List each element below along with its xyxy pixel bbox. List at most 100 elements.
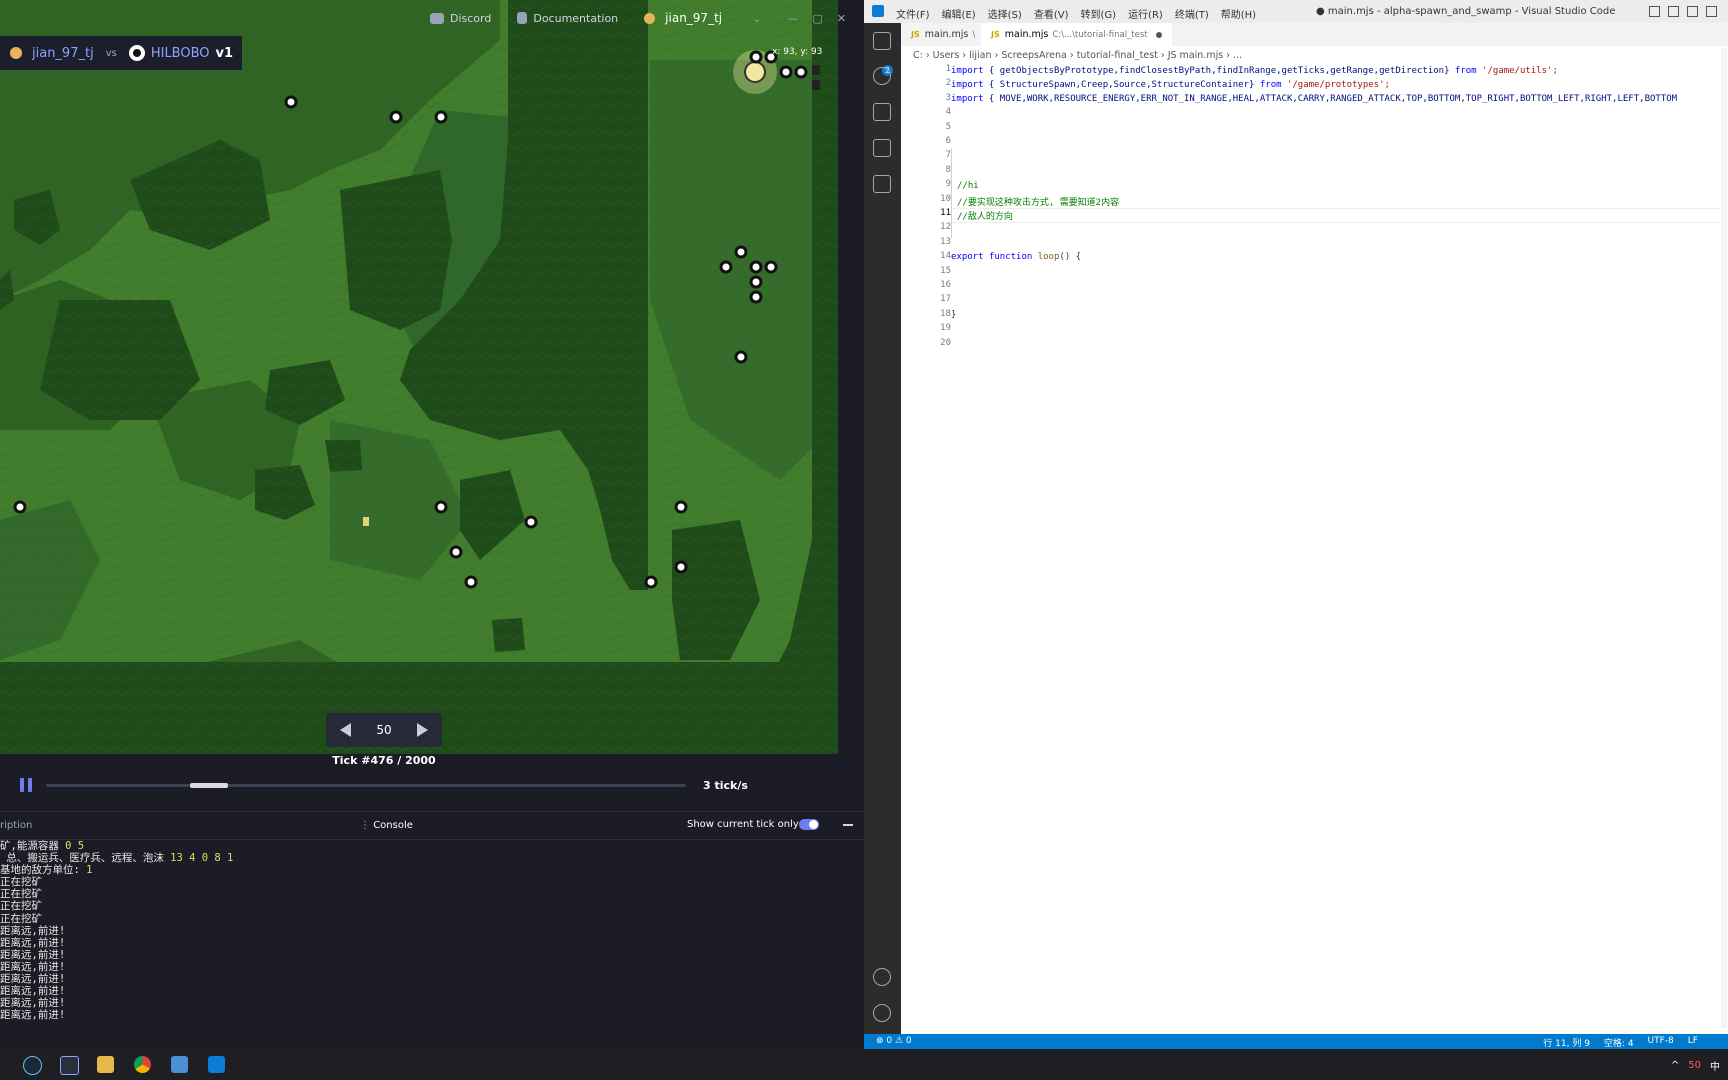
- pause-button[interactable]: [20, 778, 32, 792]
- code-line-9[interactable]: //hi: [957, 181, 979, 191]
- code-line-11[interactable]: //敌人的方向: [957, 209, 1013, 222]
- tab-console[interactable]: ⋮ Console: [360, 820, 413, 831]
- restore-icon[interactable]: ▢: [812, 12, 822, 25]
- search-icon[interactable]: [873, 67, 891, 85]
- explorer-icon[interactable]: [873, 32, 891, 50]
- js-file-icon: JS: [911, 30, 920, 39]
- tray-item-1[interactable]: 50: [1688, 1060, 1701, 1071]
- menu-item-1[interactable]: 编辑(E): [942, 6, 976, 21]
- menu-item-4[interactable]: 转到(G): [1081, 6, 1117, 21]
- vscode-window: 文件(F) 编辑(E) 选择(S) 查看(V) 转到(G) 运行(R) 终端(T) 帮助(H)…: [864, 0, 1728, 1049]
- line-number: 7: [945, 150, 951, 161]
- layout-secondary-icon[interactable]: [1687, 6, 1698, 17]
- layout-sidebar-icon[interactable]: [1649, 6, 1660, 17]
- line-number: 19: [940, 323, 951, 334]
- chevron-down-icon: ⌄: [752, 11, 762, 25]
- line-number: 6: [945, 136, 951, 146]
- code-line-2[interactable]: import { StructureSpawn,Creep,Source,Str…: [951, 80, 1390, 90]
- layout-panel-icon[interactable]: [1668, 6, 1679, 17]
- line-number: 4: [945, 107, 951, 118]
- customize-layout-icon[interactable]: [1706, 6, 1717, 17]
- problems-indicator[interactable]: ⊗ 0 ⚠ 0: [876, 1036, 912, 1046]
- menu-item-5[interactable]: 运行(R): [1128, 6, 1163, 21]
- code-line-14[interactable]: export function loop() {: [951, 252, 1081, 262]
- console-line: 正在挖矿: [0, 876, 42, 889]
- menu-item-7[interactable]: 帮助(H): [1221, 6, 1256, 21]
- menu-item-3[interactable]: 查看(V): [1034, 6, 1069, 21]
- tick-stepper: 50: [326, 713, 442, 747]
- menu-item-2[interactable]: 选择(S): [988, 6, 1022, 21]
- timeline-slider[interactable]: [46, 783, 686, 788]
- step-forward-button[interactable]: [417, 723, 428, 737]
- app-icon[interactable]: [171, 1056, 188, 1073]
- indent-guide: [951, 148, 952, 238]
- terminal-icon[interactable]: [60, 1056, 79, 1075]
- player1-color-dot: [10, 47, 22, 59]
- console-line: 距离远,前进!: [0, 960, 66, 973]
- cursor-position[interactable]: 行 11, 列 9: [1543, 1036, 1590, 1049]
- code-line-10[interactable]: //要实现这种攻击方式, 需要知道2内容: [957, 195, 1119, 208]
- unsaved-dot[interactable]: [1155, 31, 1162, 38]
- current-line-highlight: [951, 208, 1721, 223]
- tab-main-mjs-active[interactable]: JS main.mjs C:\...\tutorial-final_test: [981, 23, 1172, 46]
- screeps-arena-window: jian_97_tj vs HILBOBO v1 Discord Documen…: [0, 0, 864, 1049]
- tick-counter: Tick #476 / 2000: [332, 754, 436, 767]
- arena-top-nav: Discord Documentation jian_97_tj ⌄ — ▢ ✕: [430, 0, 850, 36]
- console-line: 正在挖矿: [0, 888, 42, 901]
- timeline-handle[interactable]: [190, 783, 228, 788]
- code-line-1[interactable]: import { getObjectsByPrototype,findClose…: [951, 66, 1558, 76]
- run-debug-icon[interactable]: [873, 139, 891, 157]
- menu-item-6[interactable]: 终端(T): [1175, 6, 1209, 21]
- line-number: 14: [940, 251, 951, 262]
- console-line: 矿,能源容器 0 5: [0, 840, 85, 852]
- current-tick-only-toggle[interactable]: [799, 819, 819, 830]
- code-line-18[interactable]: }: [951, 310, 956, 320]
- line-number: 15: [940, 265, 951, 276]
- terrain-map: [0, 0, 838, 754]
- minimize-icon[interactable]: —: [787, 12, 798, 25]
- console-line: 距离远,前进!: [0, 985, 66, 998]
- current-tick-only-label: Show current tick only: [687, 819, 799, 830]
- vscode-titlebar: 文件(F) 编辑(E) 选择(S) 查看(V) 转到(G) 运行(R) 终端(T) 帮助(H)…: [864, 0, 1728, 23]
- tab-description[interactable]: ription: [0, 820, 32, 831]
- tray-item-0[interactable]: ^: [1671, 1060, 1679, 1071]
- tray-item-2[interactable]: 中: [1710, 1058, 1720, 1073]
- chrome-icon[interactable]: [134, 1056, 151, 1073]
- editor-scrollbar[interactable]: [1721, 48, 1727, 1028]
- step-back-button[interactable]: [340, 723, 351, 737]
- source-control-icon[interactable]: [873, 103, 891, 121]
- eol[interactable]: LF: [1688, 1036, 1698, 1049]
- console-minimize-icon[interactable]: [843, 824, 853, 826]
- indentation[interactable]: 空格: 4: [1604, 1036, 1634, 1049]
- files-icon[interactable]: [97, 1056, 114, 1073]
- breadcrumb[interactable]: C: › Users › lijian › ScreepsArena › tut…: [913, 50, 1242, 61]
- line-number: 16: [940, 280, 951, 290]
- line-number: 9: [945, 179, 951, 190]
- gear-icon[interactable]: [873, 1004, 891, 1022]
- console-line: 距离远,前进!: [0, 997, 66, 1010]
- document-icon: [517, 12, 528, 24]
- console-line: 正在挖矿: [0, 912, 42, 925]
- game-map[interactable]: [0, 0, 838, 754]
- system-tray: ^ 50 中: [1662, 1058, 1720, 1073]
- steam-icon[interactable]: [23, 1056, 42, 1075]
- editor-tabs: JS main.mjs \ JS main.mjs C:\...\tutorial-…: [901, 23, 1728, 46]
- taskbar: ^ 50 中: [0, 1049, 1728, 1080]
- encoding[interactable]: UTF-8: [1648, 1036, 1674, 1049]
- close-icon[interactable]: ✕: [837, 12, 846, 25]
- match-header: jian_97_tj vs HILBOBO v1: [0, 36, 242, 70]
- documentation-link[interactable]: Documentation: [517, 12, 618, 25]
- player2-ring-icon: [128, 45, 145, 61]
- user-menu[interactable]: jian_97_tj ⌄: [644, 11, 761, 25]
- menu-item-0[interactable]: 文件(F): [896, 6, 930, 21]
- extensions-icon[interactable]: [873, 175, 891, 193]
- console-line: 距离远,前进!: [0, 948, 66, 961]
- line-number: 2: [945, 78, 951, 89]
- console-line: 距离远,前进!: [0, 924, 66, 937]
- js-file-icon: JS: [991, 30, 1000, 39]
- account-icon[interactable]: [873, 968, 891, 986]
- code-line-3[interactable]: import { MOVE,WORK,RESOURCE_ENERGY,ERR_N…: [951, 94, 1721, 104]
- playback-speed[interactable]: 3 tick/s: [703, 779, 748, 792]
- vscode-icon[interactable]: [208, 1056, 225, 1073]
- discord-link[interactable]: Discord: [430, 12, 491, 25]
